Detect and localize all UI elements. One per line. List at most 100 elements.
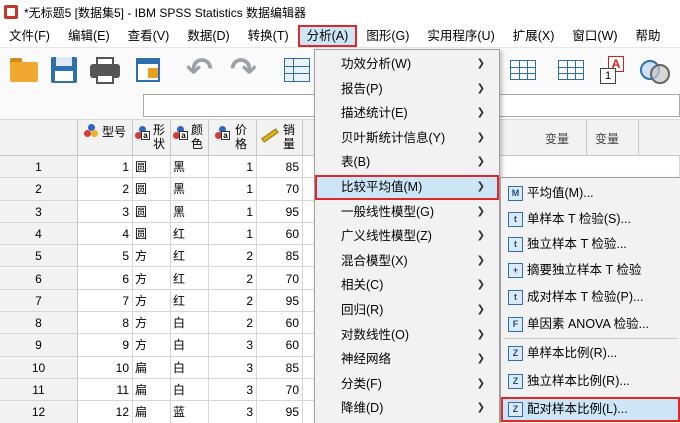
cell-xl[interactable]: 95 xyxy=(257,289,303,313)
row-number[interactable]: 5 xyxy=(0,245,78,268)
analyze-menu-item[interactable]: 贝叶斯统计信息(Y) ❯ xyxy=(315,126,499,151)
cell-xl[interactable]: 85 xyxy=(257,356,303,379)
cell-ys[interactable]: 红 xyxy=(171,289,209,313)
cell-jg[interactable]: 1 xyxy=(209,156,257,179)
cell-xz[interactable]: 圆 xyxy=(133,178,171,201)
cell-xl[interactable]: 95 xyxy=(257,401,303,423)
compare-means-item[interactable]: + 摘要独立样本 T 检验 xyxy=(501,258,680,283)
cell-xz[interactable]: 圆 xyxy=(133,200,171,223)
menu-utilities[interactable]: 实用程序(U) xyxy=(418,25,503,47)
cell-jg[interactable]: 1 xyxy=(209,200,257,223)
cell-xl[interactable]: 70 xyxy=(257,178,303,201)
compare-means-item[interactable]: Z 独立样本比例(R)... xyxy=(501,369,680,394)
analyze-menu-item[interactable]: 功效分析(W) ❯ xyxy=(315,52,499,77)
cell-xl[interactable]: 60 xyxy=(257,334,303,357)
cell-xz[interactable]: 扁 xyxy=(133,356,171,379)
cell-jg[interactable]: 2 xyxy=(209,289,257,313)
cell-xz[interactable]: 扁 xyxy=(133,379,171,402)
go-to-case-icon[interactable] xyxy=(282,54,312,86)
cell-xz[interactable]: 方 xyxy=(133,312,171,335)
cell-xh[interactable]: 2 xyxy=(78,178,133,201)
value-labels-icon[interactable]: A 1 xyxy=(598,54,628,86)
cell-xl[interactable]: 70 xyxy=(257,267,303,290)
menu-window[interactable]: 窗口(W) xyxy=(563,25,626,47)
menu-view[interactable]: 查看(V) xyxy=(119,25,179,47)
cell-ys[interactable]: 红 xyxy=(171,222,209,246)
row-number[interactable]: 4 xyxy=(0,222,78,246)
cell-xh[interactable]: 7 xyxy=(78,289,133,313)
cell-jg[interactable]: 3 xyxy=(209,379,257,402)
cell-xz[interactable]: 扁 xyxy=(133,401,171,423)
cell-ys[interactable]: 黑 xyxy=(171,200,209,223)
compare-means-item[interactable]: M 平均值(M)... xyxy=(501,181,680,206)
menu-data[interactable]: 数据(D) xyxy=(178,25,238,47)
cell-xz[interactable]: 圆 xyxy=(133,222,171,246)
menu-file[interactable]: 文件(F) xyxy=(0,25,59,47)
cell-xz[interactable]: 圆 xyxy=(133,156,171,179)
column-header-var-2[interactable] xyxy=(639,120,680,156)
compare-means-item[interactable]: Z 单样本比例(R)... xyxy=(501,341,680,366)
cell-ys[interactable]: 白 xyxy=(171,379,209,402)
column-header-xl[interactable]: 销量 xyxy=(257,120,303,156)
analyze-menu-item[interactable]: 广义线性模型(Z) ❯ xyxy=(315,224,499,249)
analyze-menu-item[interactable]: 表(B) ❯ xyxy=(315,150,499,175)
compare-means-item[interactable]: Z 配对样本比例(L)... xyxy=(501,397,680,422)
print-icon[interactable] xyxy=(88,54,122,86)
cell-jg[interactable]: 2 xyxy=(209,267,257,290)
cell-xh[interactable]: 6 xyxy=(78,267,133,290)
cell-ys[interactable]: 红 xyxy=(171,245,209,268)
row-number[interactable]: 6 xyxy=(0,267,78,290)
menu-edit[interactable]: 编辑(E) xyxy=(59,25,119,47)
cell-ys[interactable]: 黑 xyxy=(171,178,209,201)
cell-jg[interactable]: 1 xyxy=(209,178,257,201)
analyze-menu-item[interactable]: 报告(P) ❯ xyxy=(315,77,499,102)
cell-xh[interactable]: 1 xyxy=(78,156,133,179)
cell-xz[interactable]: 方 xyxy=(133,334,171,357)
analyze-menu-item[interactable]: 一般线性模型(G) ❯ xyxy=(315,200,499,225)
compare-means-item[interactable]: t 成对样本 T 检验(P)... xyxy=(501,285,680,310)
insert-cases-icon[interactable] xyxy=(508,54,538,86)
column-header-xh[interactable]: 型号 xyxy=(78,120,133,156)
cell-jg[interactable]: 3 xyxy=(209,401,257,423)
cell-xh[interactable]: 5 xyxy=(78,245,133,268)
column-header-xz[interactable]: a 形状 xyxy=(133,120,171,156)
analyze-menu-item[interactable]: 比较平均值(M) ❯ xyxy=(315,175,499,200)
cell-xh[interactable]: 4 xyxy=(78,222,133,246)
analyze-menu-item[interactable]: 降维(D) ❯ xyxy=(315,396,499,421)
column-header-var-1[interactable]: 变量 xyxy=(587,120,639,156)
cell-jg[interactable]: 3 xyxy=(209,334,257,357)
row-number[interactable]: 12 xyxy=(0,401,78,423)
open-folder-icon[interactable] xyxy=(8,54,42,86)
cell-xh[interactable]: 12 xyxy=(78,401,133,423)
undo-icon[interactable]: ↶ xyxy=(186,53,220,86)
row-number[interactable]: 10 xyxy=(0,356,78,379)
cell-ys[interactable]: 白 xyxy=(171,312,209,335)
cell-xh[interactable]: 10 xyxy=(78,356,133,379)
row-number[interactable]: 1 xyxy=(0,156,78,179)
row-number[interactable]: 8 xyxy=(0,312,78,335)
cell-xh[interactable]: 9 xyxy=(78,334,133,357)
cell-ys[interactable]: 黑 xyxy=(171,156,209,179)
cell-xl[interactable]: 95 xyxy=(257,200,303,223)
cell-xz[interactable]: 方 xyxy=(133,289,171,313)
analyze-menu-item[interactable]: 分类(F) ❯ xyxy=(315,372,499,397)
cell-ys[interactable]: 白 xyxy=(171,334,209,357)
menu-analyze[interactable]: 分析(A) xyxy=(297,24,358,47)
analyze-menu-item[interactable]: 相关(C) ❯ xyxy=(315,273,499,298)
recall-dialog-icon[interactable] xyxy=(132,54,166,86)
redo-icon[interactable]: ↷ xyxy=(230,53,264,86)
cell-xl[interactable]: 60 xyxy=(257,312,303,335)
row-number[interactable]: 7 xyxy=(0,289,78,313)
column-header-jg[interactable]: a 价格 xyxy=(209,120,257,156)
cell-jg[interactable]: 1 xyxy=(209,222,257,246)
cell-xl[interactable]: 60 xyxy=(257,222,303,246)
cell-jg[interactable]: 3 xyxy=(209,356,257,379)
cell-xz[interactable]: 方 xyxy=(133,267,171,290)
cell-jg[interactable]: 2 xyxy=(209,245,257,268)
cell-xl[interactable]: 85 xyxy=(257,245,303,268)
row-number[interactable]: 9 xyxy=(0,334,78,357)
cell-xl[interactable]: 70 xyxy=(257,379,303,402)
analyze-menu-item[interactable]: 描述统计(E) ❯ xyxy=(315,101,499,126)
cell-xh[interactable]: 11 xyxy=(78,379,133,402)
analyze-menu-item[interactable]: 神经网络 ❯ xyxy=(315,347,499,372)
